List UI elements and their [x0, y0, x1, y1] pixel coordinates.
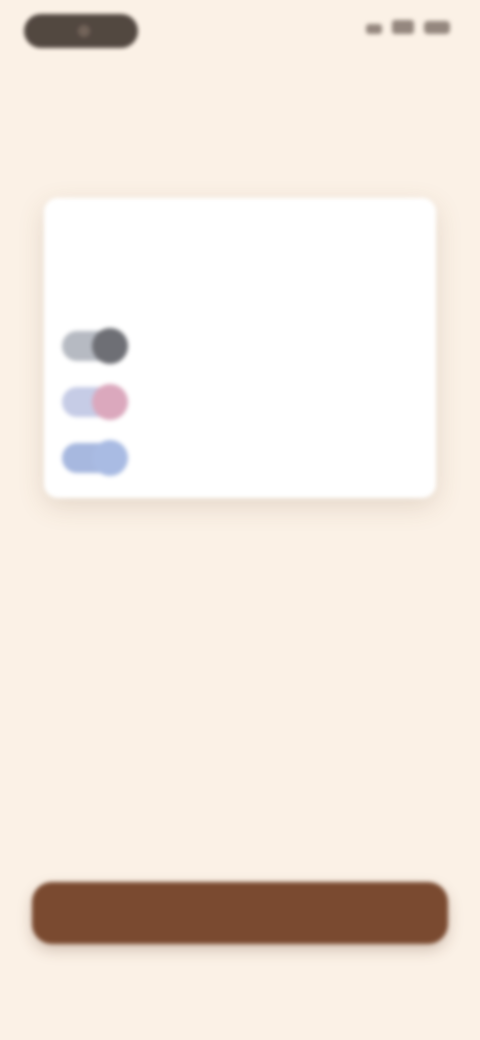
status-icons [366, 20, 450, 34]
battery-icon [424, 21, 450, 34]
wifi-icon [392, 20, 414, 34]
continue-button[interactable] [32, 882, 448, 944]
app-toggle[interactable] [62, 384, 128, 420]
app-icon [92, 440, 128, 476]
app-row[interactable] [62, 438, 138, 478]
app-toggle[interactable] [62, 328, 128, 364]
signal-icon [366, 24, 382, 34]
app-icon [92, 384, 128, 420]
app-icon [92, 328, 128, 364]
preview-card [44, 198, 436, 498]
app-row[interactable] [62, 326, 138, 366]
status-time-pill [24, 14, 138, 48]
app-toggle[interactable] [62, 440, 128, 476]
app-row[interactable] [62, 382, 138, 422]
status-dot-icon [78, 25, 90, 37]
